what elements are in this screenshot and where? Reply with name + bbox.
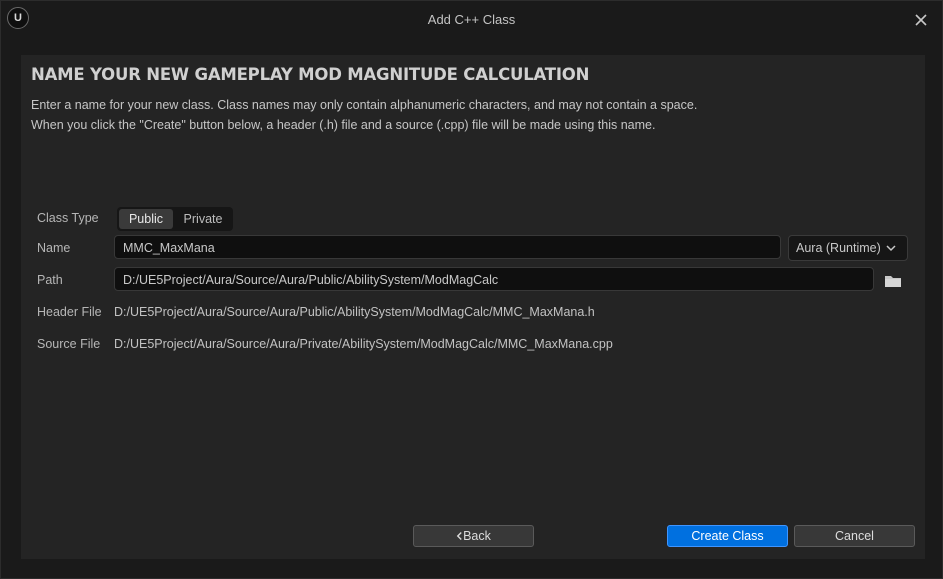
name-label: Name bbox=[37, 241, 71, 255]
window-title: Add C++ Class bbox=[427, 12, 516, 27]
description-line-2: When you click the "Create" button below… bbox=[31, 118, 656, 132]
path-label: Path bbox=[37, 273, 63, 287]
header-file-path: D:/UE5Project/Aura/Source/Aura/Public/Ab… bbox=[114, 305, 595, 319]
add-cpp-class-dialog: U Add C++ Class NAME YOUR NEW GAMEPLAY M… bbox=[0, 0, 943, 579]
back-button[interactable]: Back bbox=[413, 525, 534, 547]
folder-icon[interactable] bbox=[883, 272, 903, 290]
class-type-public-option[interactable]: Public bbox=[119, 209, 173, 229]
create-class-button[interactable]: Create Class bbox=[667, 525, 788, 547]
description-line-1: Enter a name for your new class. Class n… bbox=[31, 98, 698, 112]
module-dropdown[interactable]: Aura (Runtime) bbox=[788, 235, 908, 261]
content-panel: NAME YOUR NEW GAMEPLAY MOD MAGNITUDE CAL… bbox=[21, 55, 925, 559]
class-name-input[interactable]: MMC_MaxMana bbox=[114, 235, 781, 259]
page-title: NAME YOUR NEW GAMEPLAY MOD MAGNITUDE CAL… bbox=[31, 65, 590, 84]
chevron-down-icon bbox=[886, 245, 896, 252]
class-type-label: Class Type bbox=[37, 211, 99, 225]
source-file-label: Source File bbox=[37, 337, 101, 351]
title-bar[interactable]: U Add C++ Class bbox=[1, 1, 942, 39]
cancel-button[interactable]: Cancel bbox=[794, 525, 915, 547]
module-dropdown-value: Aura (Runtime) bbox=[796, 241, 881, 255]
class-type-toggle: Public Private bbox=[117, 207, 233, 231]
source-file-path: D:/UE5Project/Aura/Source/Aura/Private/A… bbox=[114, 337, 613, 351]
back-button-label: Back bbox=[463, 529, 491, 543]
header-file-label: Header File bbox=[37, 305, 102, 319]
close-icon[interactable] bbox=[911, 10, 931, 30]
class-type-private-option[interactable]: Private bbox=[175, 209, 231, 229]
path-input[interactable]: D:/UE5Project/Aura/Source/Aura/Public/Ab… bbox=[114, 267, 874, 291]
